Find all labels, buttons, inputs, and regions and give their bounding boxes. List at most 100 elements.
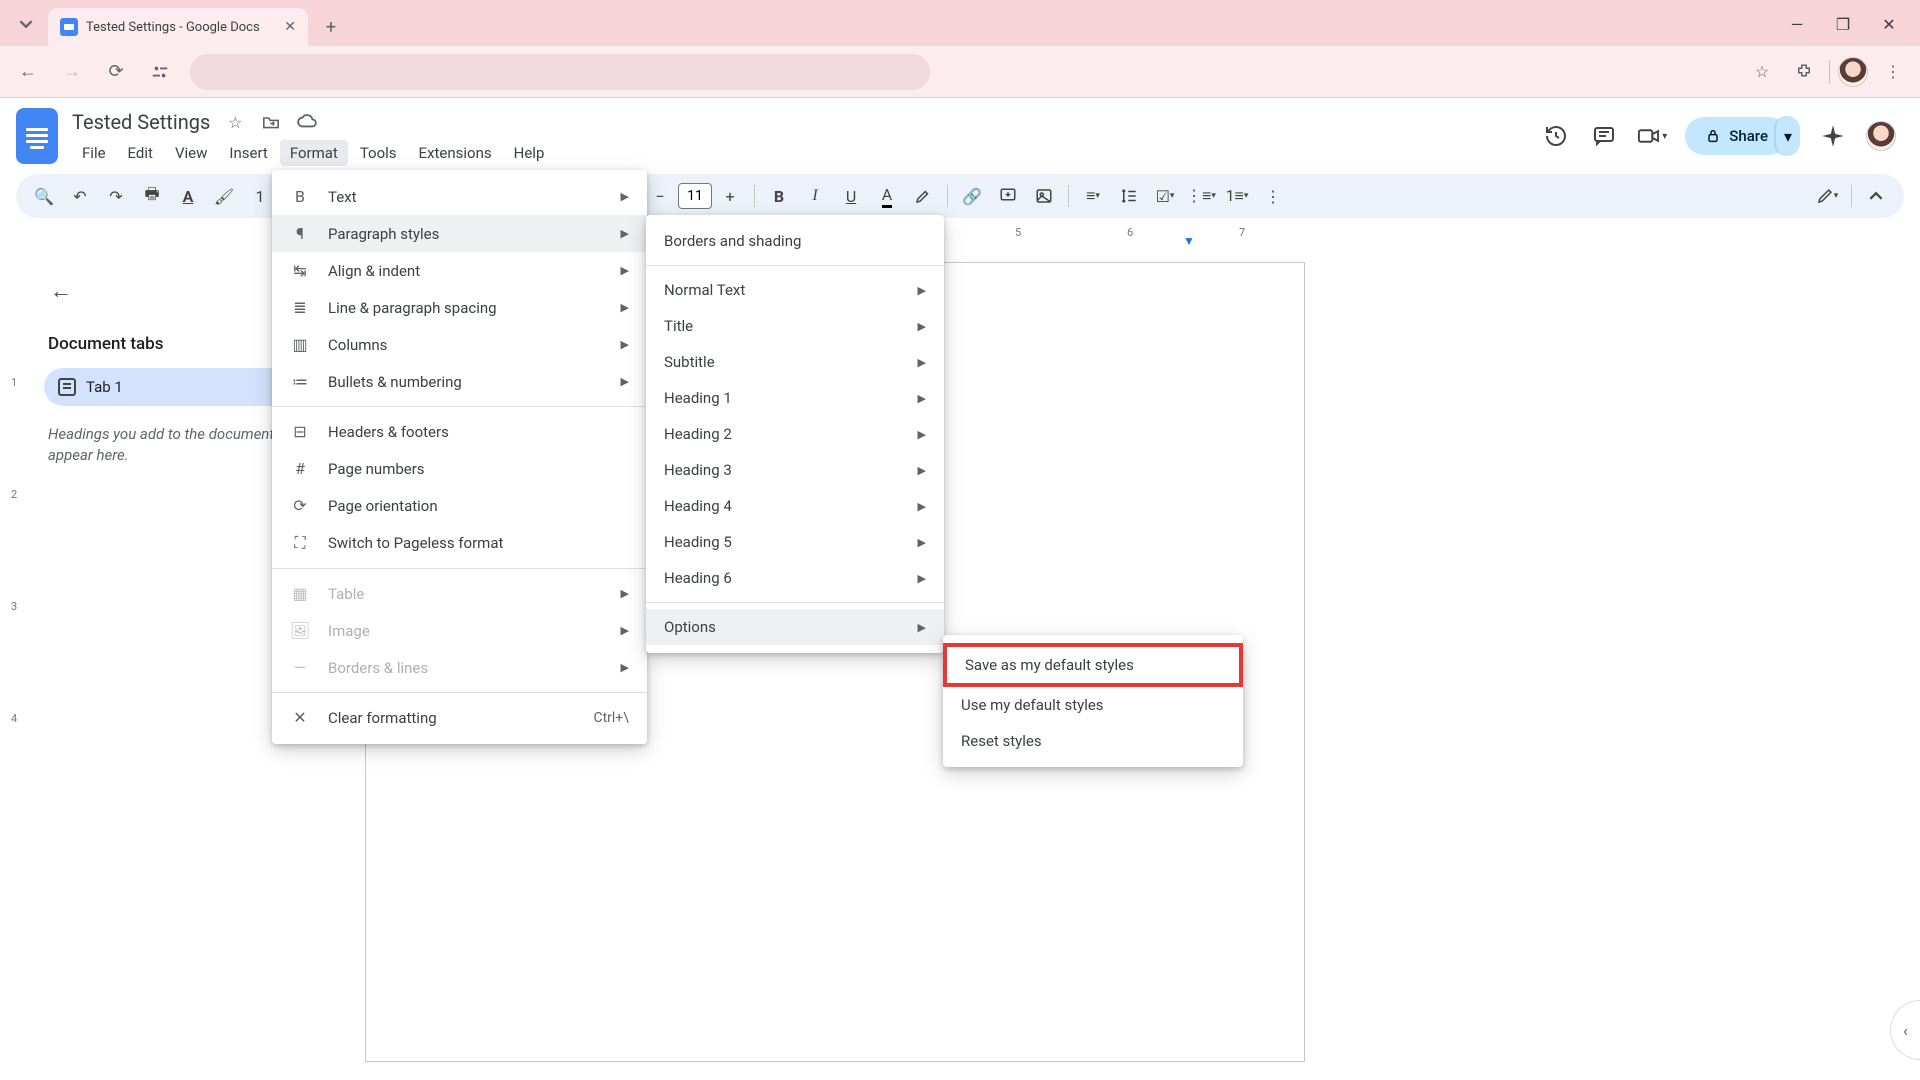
menu-item-heading-2[interactable]: Heading 2▶: [646, 416, 944, 452]
bulleted-list-icon[interactable]: ⋮≡ ▾: [1185, 180, 1217, 212]
menu-item-options[interactable]: Options▶: [646, 609, 944, 645]
meet-icon[interactable]: ▾: [1637, 126, 1667, 146]
more-options-icon[interactable]: ⋮: [1257, 180, 1289, 212]
menu-separator: [646, 265, 944, 266]
back-button[interactable]: ←: [10, 54, 46, 90]
menu-item-heading-5[interactable]: Heading 5▶: [646, 524, 944, 560]
document-title[interactable]: Tested Settings: [72, 110, 210, 134]
menu-item-save-as-my-default-styles[interactable]: Save as my default styles: [943, 643, 1243, 687]
paint-format-icon[interactable]: 🖌: [208, 180, 240, 212]
docs-header: Tested Settings ☆ FileEditViewInsertForm…: [0, 98, 1920, 166]
menu-item-heading-4[interactable]: Heading 4▶: [646, 488, 944, 524]
menu-item-heading-3[interactable]: Heading 3▶: [646, 452, 944, 488]
menu-item-headers-footers[interactable]: ⊟Headers & footers: [272, 413, 647, 450]
profile-avatar[interactable]: [1838, 57, 1868, 87]
font-size-decrease-button[interactable]: −: [644, 180, 676, 212]
account-avatar[interactable]: [1866, 121, 1896, 151]
undo-icon[interactable]: ↶: [64, 180, 96, 212]
redo-icon[interactable]: ↷: [100, 180, 132, 212]
menu-item-columns[interactable]: ▥Columns▶: [272, 326, 647, 363]
line-spacing-icon[interactable]: [1113, 180, 1145, 212]
spellcheck-icon[interactable]: A: [172, 180, 204, 212]
checklist-icon[interactable]: ☑ ▾: [1149, 180, 1181, 212]
search-menus-icon[interactable]: 🔍: [28, 180, 60, 212]
menu-help[interactable]: Help: [504, 140, 555, 166]
submenu-arrow-icon: ▶: [621, 264, 629, 277]
menu-item-switch-to-pageless-format[interactable]: ⛶Switch to Pageless format: [272, 524, 647, 562]
menu-item-line-paragraph-spacing[interactable]: ≣Line & paragraph spacing▶: [272, 289, 647, 326]
extensions-icon[interactable]: [1787, 55, 1821, 89]
font-size-input[interactable]: [678, 183, 712, 209]
menu-item-heading-6[interactable]: Heading 6▶: [646, 560, 944, 596]
address-bar[interactable]: [190, 54, 930, 90]
print-icon[interactable]: 🖶: [136, 180, 168, 212]
menu-item-clear-formatting[interactable]: ✕Clear formattingCtrl+\: [272, 699, 647, 736]
align-icon[interactable]: ≡ ▾: [1077, 180, 1109, 212]
menu-item-reset-styles[interactable]: Reset styles: [943, 723, 1243, 759]
menu-item-subtitle[interactable]: Subtitle▶: [646, 344, 944, 380]
menu-item-title[interactable]: Title▶: [646, 308, 944, 344]
bookmark-star-icon[interactable]: ☆: [1745, 55, 1779, 89]
insert-image-icon[interactable]: [1028, 180, 1060, 212]
menu-item-align-indent[interactable]: ↹Align & indent▶: [272, 252, 647, 289]
menu-item-icon: 🖼: [290, 621, 310, 640]
share-button[interactable]: Share: [1685, 117, 1788, 155]
star-icon[interactable]: ☆: [224, 111, 246, 133]
reload-button[interactable]: ⟳: [98, 54, 134, 90]
vertical-ruler[interactable]: 1 2 3 4: [8, 256, 26, 1080]
window-minimize-button[interactable]: —: [1774, 6, 1820, 42]
site-settings-icon[interactable]: [142, 54, 178, 90]
collapse-toolbar-icon[interactable]: [1860, 180, 1892, 212]
window-maximize-button[interactable]: ❐: [1820, 6, 1866, 42]
history-icon[interactable]: [1541, 124, 1571, 148]
menu-view[interactable]: View: [165, 140, 217, 166]
tabs-dropdown-button[interactable]: [8, 6, 44, 42]
insert-link-icon[interactable]: 🔗: [956, 180, 988, 212]
share-dropdown-button[interactable]: ▾: [1774, 116, 1800, 156]
submenu-arrow-icon: ▶: [918, 428, 926, 441]
italic-icon[interactable]: I: [799, 180, 831, 212]
menu-item-paragraph-styles[interactable]: ¶Paragraph styles▶: [272, 215, 647, 252]
menu-item-label: Text: [328, 188, 603, 206]
docs-logo-icon[interactable]: [16, 108, 58, 164]
menu-item-label: Bullets & numbering: [328, 373, 603, 391]
new-tab-button[interactable]: +: [316, 12, 346, 42]
menu-tools[interactable]: Tools: [350, 140, 407, 166]
underline-icon[interactable]: U: [835, 180, 867, 212]
font-size-increase-button[interactable]: +: [714, 180, 746, 212]
gemini-icon[interactable]: [1818, 123, 1848, 149]
menu-item-page-numbers[interactable]: #Page numbers: [272, 450, 647, 487]
menu-format[interactable]: Format: [280, 140, 348, 166]
menu-item-page-orientation[interactable]: ⟳Page orientation: [272, 487, 647, 524]
menu-item-use-my-default-styles[interactable]: Use my default styles: [943, 687, 1243, 723]
chrome-menu-button[interactable]: ⋮: [1876, 55, 1910, 89]
menu-item-borders-and-shading[interactable]: Borders and shading: [646, 223, 944, 259]
forward-button[interactable]: →: [54, 54, 90, 90]
menu-item-heading-1[interactable]: Heading 1▶: [646, 380, 944, 416]
menu-extensions[interactable]: Extensions: [409, 140, 502, 166]
menu-item-text[interactable]: BText▶: [272, 178, 647, 215]
tab-close-button[interactable]: ✕: [284, 19, 296, 35]
window-close-button[interactable]: ✕: [1866, 6, 1912, 42]
toolbar-separator: [1851, 185, 1852, 207]
comments-icon[interactable]: [1589, 124, 1619, 148]
editing-mode-icon[interactable]: ▾: [1811, 180, 1843, 212]
menu-item-label: Heading 5: [664, 533, 900, 551]
menu-edit[interactable]: Edit: [118, 140, 163, 166]
menu-item-label: Clear formatting: [328, 709, 575, 727]
text-color-icon[interactable]: A: [871, 180, 903, 212]
cloud-status-icon[interactable]: [296, 111, 318, 133]
menu-insert[interactable]: Insert: [219, 140, 277, 166]
add-comment-icon[interactable]: [992, 180, 1024, 212]
browser-tab[interactable]: Tested Settings - Google Docs ✕: [48, 8, 308, 46]
show-side-panel-button[interactable]: ‹: [1890, 1000, 1920, 1060]
bold-icon[interactable]: B: [763, 180, 795, 212]
ruler-indent-marker-icon[interactable]: ▼: [1183, 234, 1195, 248]
highlight-color-icon[interactable]: [907, 180, 939, 212]
move-icon[interactable]: [260, 111, 282, 133]
menu-file[interactable]: File: [72, 140, 116, 166]
numbered-list-icon[interactable]: 1≡ ▾: [1221, 180, 1253, 212]
menu-item-normal-text[interactable]: Normal Text▶: [646, 272, 944, 308]
menu-item-bullets-numbering[interactable]: ≔Bullets & numbering▶: [272, 363, 647, 400]
menu-item-icon: ⟳: [290, 496, 310, 515]
